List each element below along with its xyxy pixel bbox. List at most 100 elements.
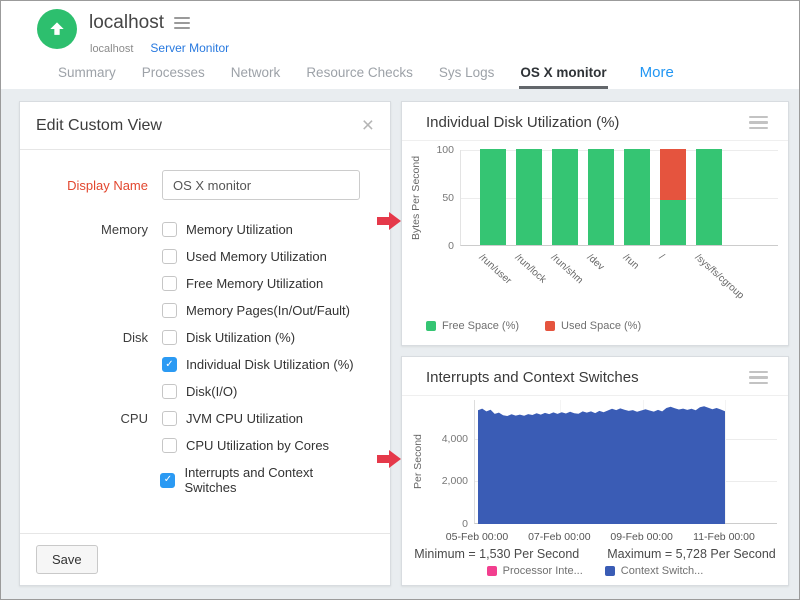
checkbox-disk-utilization[interactable] [162, 330, 177, 345]
panel-footer: Save [20, 533, 390, 585]
group-label-disk: Disk [44, 330, 148, 345]
tab-sys-logs[interactable]: Sys Logs [438, 65, 496, 89]
page-title: localhost [89, 12, 164, 34]
chart-title-interrupts: Interrupts and Context Switches [426, 369, 639, 386]
interrupts-card-header: Interrupts and Context Switches [402, 357, 788, 396]
metric-row-disk-i-o: Disk(I/O) [44, 384, 366, 399]
chart-title-disk: Individual Disk Utilization (%) [426, 114, 619, 131]
metric-row-free-memory-utilization: Free Memory Utilization [44, 276, 366, 291]
gridline [461, 198, 778, 199]
save-button[interactable]: Save [36, 545, 98, 574]
legend-label: Used Space (%) [561, 320, 641, 332]
y-tick-label: 50 [422, 192, 454, 204]
panel-header: Edit Custom View × [20, 102, 390, 150]
y-tick-label: 0 [422, 240, 454, 252]
tab-network[interactable]: Network [230, 65, 282, 89]
interrupts-chart-legend: Processor Inte... Context Switch... [402, 565, 788, 577]
legend-item-context-switch: Context Switch... [605, 565, 704, 577]
legend-swatch [487, 566, 497, 576]
legend-label: Context Switch... [621, 565, 704, 577]
area-y-axis-label: Per Second [412, 400, 424, 524]
checkbox-label: Disk Utilization (%) [186, 330, 295, 345]
tab-os-x-monitor[interactable]: OS X monitor [519, 65, 607, 89]
x-tick-label: /run/shm [549, 252, 585, 286]
x-tick-label: 05-Feb 00:00 [435, 531, 519, 543]
x-tick-label: /run/lock [513, 252, 548, 285]
checkbox-memory-utilization[interactable] [162, 222, 177, 237]
group-label-memory: Memory [44, 222, 148, 237]
legend-label: Processor Inte... [503, 565, 583, 577]
pointer-arrow-disk [377, 212, 401, 230]
bar-free-dev [588, 149, 614, 245]
checkbox-used-memory-utilization[interactable] [162, 249, 177, 264]
context-switches-area [475, 400, 778, 524]
checkbox-label: Disk(I/O) [186, 384, 237, 399]
pointer-arrow-interrupts [377, 450, 401, 468]
checkbox-label: Interrupts and Context Switches [184, 465, 366, 495]
bar-free-run [624, 149, 650, 245]
y-tick-label: 100 [422, 144, 454, 156]
breadcrumb: localhost Server Monitor [90, 41, 229, 55]
checkbox-label: CPU Utilization by Cores [186, 438, 329, 453]
chart-menu-icon[interactable] [749, 371, 768, 385]
x-tick-label: /run/user [477, 252, 514, 287]
disk-utilization-card: Individual Disk Utilization (%) Bytes Pe… [401, 101, 789, 346]
tab-bar: Summary Processes Network Resource Checks Sy… [57, 64, 674, 89]
y-tick-label: 2,000 [430, 475, 468, 487]
monitor-status-icon [37, 9, 77, 49]
checkbox-memory-pages-in-out-fault[interactable] [162, 303, 177, 318]
legend-swatch [426, 321, 436, 331]
x-tick-label: 11-Feb 00:00 [682, 531, 766, 543]
gridline [461, 150, 778, 151]
breadcrumb-host: localhost [90, 43, 133, 55]
panel-title: Edit Custom View [36, 117, 162, 135]
bar-free-sys-fs-cgroup [696, 149, 722, 245]
metric-row-memory-utilization: Memory Memory Utilization [44, 222, 366, 237]
y-tick-label: 0 [430, 518, 468, 530]
bar-free-run-shm [552, 149, 578, 245]
minimum-value: Minimum = 1,530 Per Second [414, 547, 579, 561]
metric-groups: MemoryMemory UtilizationUsed Memory Util… [44, 222, 366, 495]
tab-processes[interactable]: Processes [141, 65, 206, 89]
bar-free-run-user [480, 149, 506, 245]
right-arrow-icon [377, 450, 401, 468]
edit-custom-view-panel: Edit Custom View × Display Name MemoryMe… [19, 101, 391, 586]
tab-summary[interactable]: Summary [57, 65, 117, 89]
checkbox-individual-disk-utilization[interactable]: ✓ [162, 357, 177, 372]
checkbox-label: Memory Pages(In/Out/Fault) [186, 303, 350, 318]
y-tick-label: 4,000 [430, 433, 468, 445]
monitor-menu-icon[interactable] [174, 17, 190, 29]
breadcrumb-monitor-type[interactable]: Server Monitor [150, 41, 229, 55]
summary-row: Minimum = 1,530 Per Second Maximum = 5,7… [402, 547, 788, 561]
disk-bar-chart [460, 150, 778, 246]
checkbox-label: Memory Utilization [186, 222, 293, 237]
x-tick-label: / [657, 252, 666, 262]
x-tick-label: /sys/fs/cgroup [693, 252, 746, 301]
bar-free- [660, 200, 686, 245]
panel-body: Display Name MemoryMemory UtilizationUse… [20, 150, 390, 495]
app-header: localhost localhost Server Monitor Summa… [1, 1, 799, 89]
legend-item-processor-inte: Processor Inte... [487, 565, 583, 577]
legend-item-used-space: Used Space (%) [545, 320, 641, 332]
tab-resource-checks[interactable]: Resource Checks [305, 65, 414, 89]
metric-row-disk-utilization: Disk Disk Utilization (%) [44, 330, 366, 345]
checkbox-interrupts-and-context-switches[interactable]: ✓ [160, 473, 175, 488]
checkbox-jvm-cpu-utilization[interactable] [162, 411, 177, 426]
metric-row-memory-pages-in-out-fault: Memory Pages(In/Out/Fault) [44, 303, 366, 318]
display-name-label: Display Name [44, 178, 148, 193]
checkbox-cpu-utilization-by-cores[interactable] [162, 438, 177, 453]
x-tick-label: 09-Feb 00:00 [600, 531, 684, 543]
bar-free-run-lock [516, 149, 542, 245]
metric-row-individual-disk-utilization: ✓ Individual Disk Utilization (%) [44, 357, 366, 372]
tab-more[interactable]: More [640, 64, 674, 89]
metric-row-jvm-cpu-utilization: CPUJVM CPU Utilization [44, 411, 366, 426]
right-arrow-icon [377, 212, 401, 230]
maximum-value: Maximum = 5,728 Per Second [607, 547, 776, 561]
display-name-input[interactable] [162, 170, 360, 200]
metric-row-cpu-utilization-by-cores: CPU Utilization by Cores [44, 438, 366, 453]
checkbox-disk-i-o[interactable] [162, 384, 177, 399]
checkbox-free-memory-utilization[interactable] [162, 276, 177, 291]
chart-menu-icon[interactable] [749, 116, 768, 130]
checkbox-label: Individual Disk Utilization (%) [186, 357, 354, 372]
close-icon[interactable]: × [362, 115, 374, 136]
